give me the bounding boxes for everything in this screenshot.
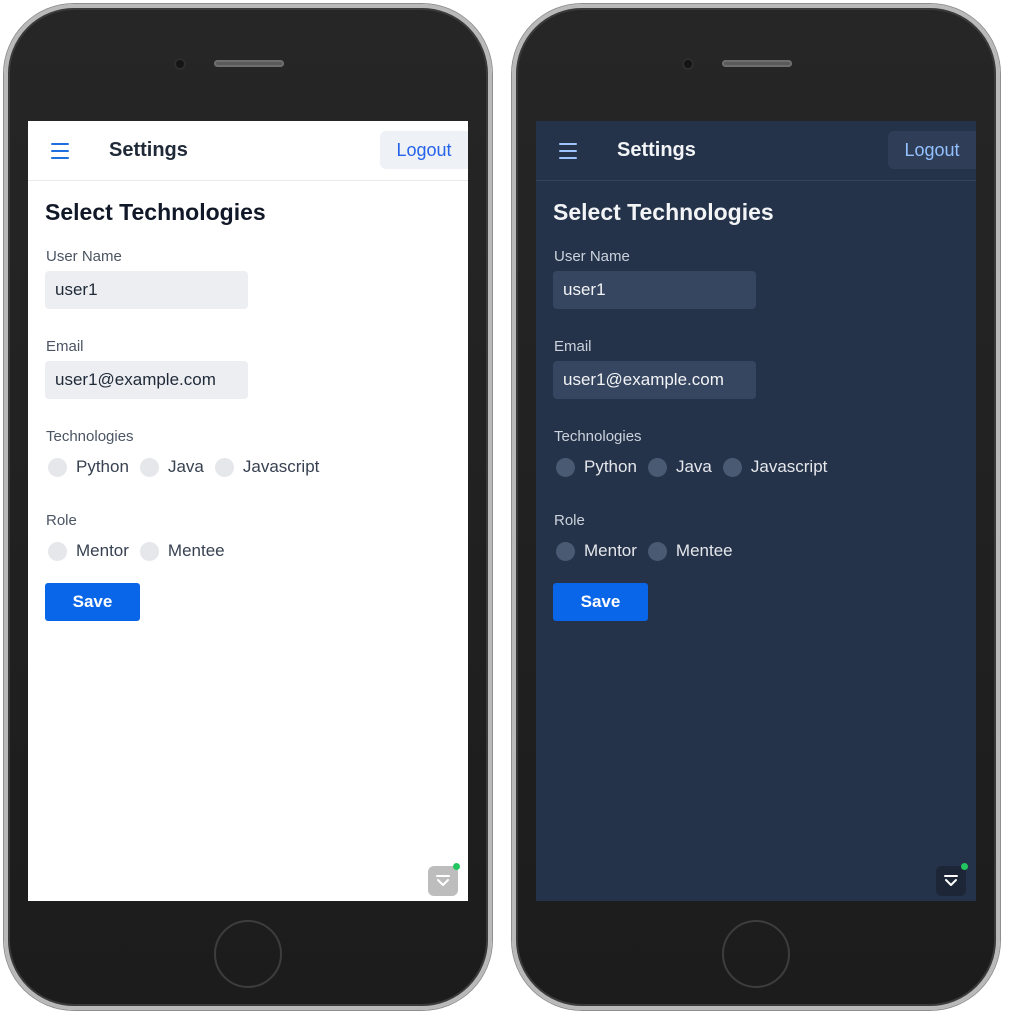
- save-button[interactable]: Save: [553, 583, 648, 621]
- email-label: Email: [46, 338, 84, 355]
- app-screen-light: Settings Logout Select Technologies User…: [28, 121, 468, 901]
- radio-button[interactable]: [48, 541, 67, 561]
- radio-label: Java: [167, 457, 204, 476]
- role-radio-group: Mentor Mentee: [556, 540, 744, 562]
- earpiece-speaker: [722, 60, 792, 67]
- radio-java[interactable]: Java: [139, 457, 204, 477]
- radio-label: Mentee: [675, 541, 733, 560]
- logout-button[interactable]: Logout: [380, 131, 468, 169]
- hamburger-menu-icon[interactable]: [559, 143, 577, 159]
- role-label: Role: [46, 512, 77, 529]
- radio-button[interactable]: [722, 457, 742, 477]
- chevron-widget-icon[interactable]: [936, 863, 968, 896]
- stage: Settings Logout Select Technologies User…: [0, 0, 1016, 1016]
- radio-mentee[interactable]: Mentee: [647, 541, 733, 561]
- username-input[interactable]: [553, 271, 756, 309]
- radio-label: Mentor: [584, 541, 637, 560]
- username-label: User Name: [554, 248, 630, 265]
- page-title: Select Technologies: [553, 199, 774, 225]
- radio-button[interactable]: [556, 457, 575, 477]
- home-button[interactable]: [214, 920, 282, 988]
- front-camera: [682, 58, 694, 70]
- radio-button[interactable]: [647, 541, 667, 561]
- technologies-label: Technologies: [46, 428, 134, 445]
- chevron-widget-icon[interactable]: [428, 863, 460, 896]
- email-input[interactable]: [553, 361, 756, 399]
- radio-javascript[interactable]: Javascript: [214, 457, 320, 477]
- radio-mentor[interactable]: Mentor: [48, 541, 129, 561]
- logout-button[interactable]: Logout: [888, 131, 976, 169]
- status-dot: [453, 863, 460, 870]
- radio-label: Javascript: [750, 457, 828, 476]
- radio-label: Mentee: [167, 541, 225, 560]
- radio-python[interactable]: Python: [556, 457, 637, 477]
- radio-button[interactable]: [139, 541, 159, 561]
- radio-button[interactable]: [48, 457, 67, 477]
- radio-label: Python: [584, 457, 637, 476]
- radio-button[interactable]: [647, 457, 667, 477]
- radio-label: Java: [675, 457, 712, 476]
- front-camera: [174, 58, 186, 70]
- username-input[interactable]: [45, 271, 248, 309]
- role-radio-group: Mentor Mentee: [48, 540, 236, 562]
- save-button[interactable]: Save: [45, 583, 140, 621]
- radio-mentor[interactable]: Mentor: [556, 541, 637, 561]
- radio-label: Javascript: [242, 457, 320, 476]
- app-bar: Settings Logout: [536, 121, 976, 181]
- role-label: Role: [554, 512, 585, 529]
- technologies-radio-group: Python Java Javascript: [556, 456, 838, 478]
- email-label: Email: [554, 338, 592, 355]
- technologies-label: Technologies: [554, 428, 642, 445]
- radio-python[interactable]: Python: [48, 457, 129, 477]
- app-bar-title: Settings: [617, 139, 696, 161]
- hamburger-menu-icon[interactable]: [51, 143, 69, 159]
- radio-mentee[interactable]: Mentee: [139, 541, 225, 561]
- page-title: Select Technologies: [45, 199, 266, 225]
- radio-button[interactable]: [214, 457, 234, 477]
- phone-light: Settings Logout Select Technologies User…: [4, 4, 492, 1010]
- status-dot: [961, 863, 968, 870]
- app-screen-dark: Settings Logout Select Technologies User…: [536, 121, 976, 901]
- earpiece-speaker: [214, 60, 284, 67]
- home-button[interactable]: [722, 920, 790, 988]
- app-bar: Settings Logout: [28, 121, 468, 181]
- radio-button[interactable]: [139, 457, 159, 477]
- app-bar-title: Settings: [109, 139, 188, 161]
- email-input[interactable]: [45, 361, 248, 399]
- radio-java[interactable]: Java: [647, 457, 712, 477]
- radio-button[interactable]: [556, 541, 575, 561]
- technologies-radio-group: Python Java Javascript: [48, 456, 330, 478]
- radio-label: Python: [76, 457, 129, 476]
- radio-javascript[interactable]: Javascript: [722, 457, 828, 477]
- username-label: User Name: [46, 248, 122, 265]
- radio-label: Mentor: [76, 541, 129, 560]
- phone-dark: Settings Logout Select Technologies User…: [512, 4, 1000, 1010]
